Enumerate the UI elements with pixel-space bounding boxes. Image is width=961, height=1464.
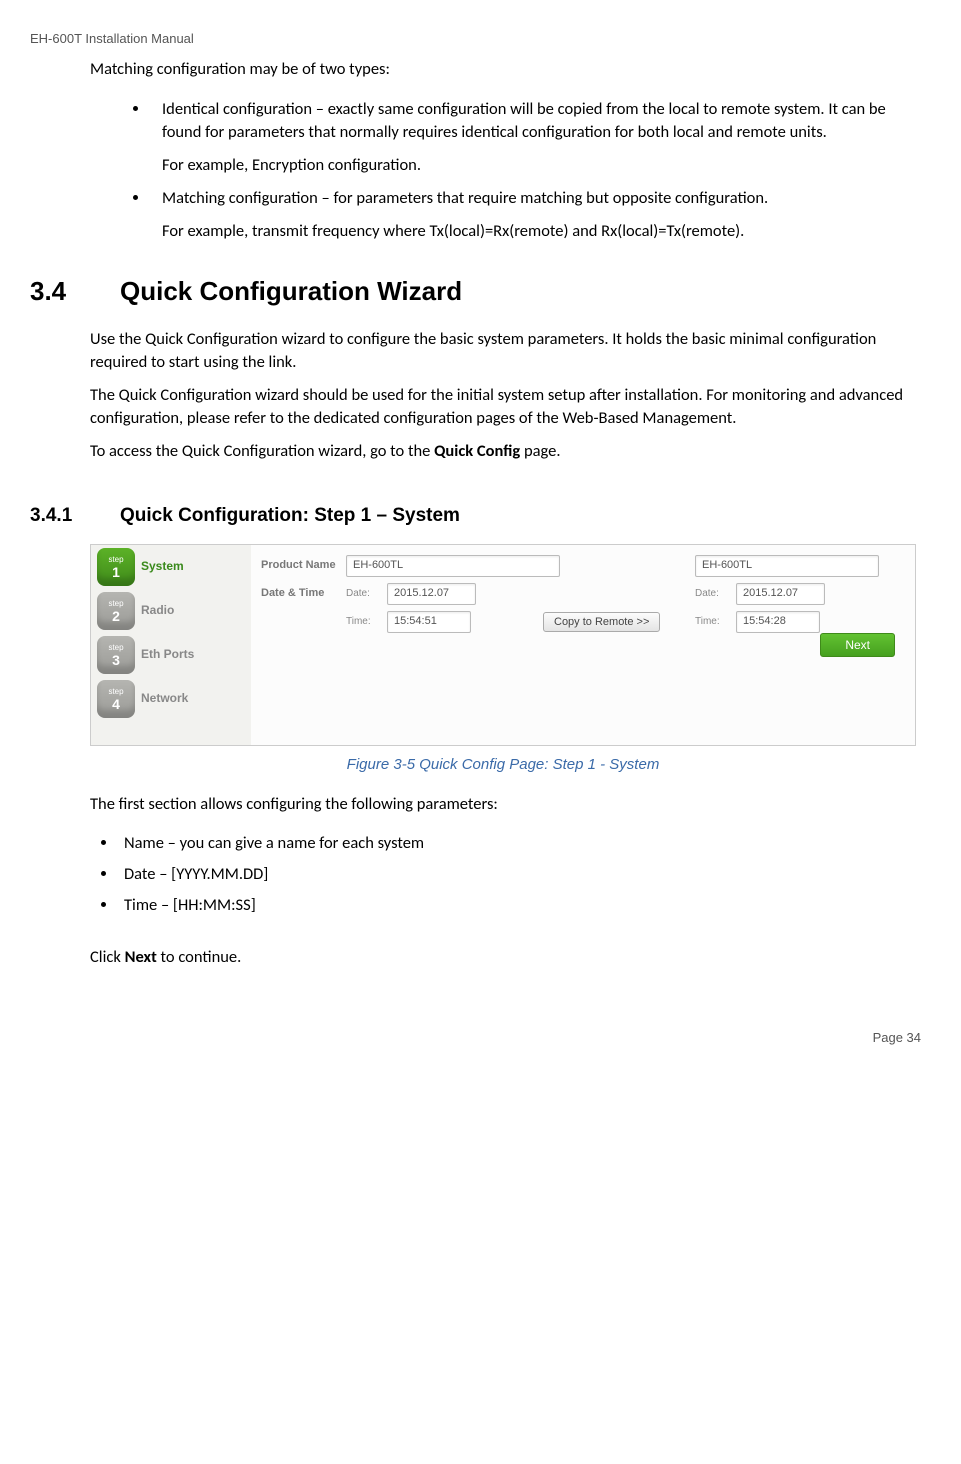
next-button[interactable]: Next [820,633,895,657]
time-input-local[interactable]: 15:54:51 [387,611,471,633]
step-badge-1: step1 [97,548,135,586]
time-input-remote[interactable]: 15:54:28 [736,611,820,633]
wizard-main-panel: Product Name EH-600TL Date & Time Date: … [251,545,915,745]
step-label: Radio [141,602,174,619]
step-3-ethports[interactable]: step3 Eth Ports [91,633,251,677]
step-4-network[interactable]: step4 Network [91,677,251,721]
bullet-main: Matching configuration – for parameters … [162,188,768,208]
parameters-list: Name – you can give a name for each syst… [90,832,916,917]
date-input-local[interactable]: 2015.12.07 [387,583,476,605]
section-title: Quick Configuration Wizard [120,276,462,306]
step-label: Network [141,690,188,707]
config-types-list: Identical configuration – exactly same c… [90,98,916,243]
copy-to-remote-button[interactable]: Copy to Remote >> [543,612,660,632]
bullet-main: Identical configuration – exactly same c… [162,99,886,142]
time-label: Time: [346,615,381,629]
date-label: Date: [346,587,381,601]
section-p2: The Quick Configuration wizard should be… [90,384,916,430]
time-label: Time: [695,615,730,629]
text: page. [520,441,560,461]
product-name-input-remote[interactable]: EH-600TL [695,555,879,577]
click-next-line: Click Next to continue. [90,946,916,969]
section-heading: 3.4 Quick Configuration Wizard [30,273,921,309]
step-2-radio[interactable]: step2 Radio [91,589,251,633]
bullet-sub: For example, transmit frequency where Tx… [162,220,916,243]
product-name-label: Product Name [261,558,346,573]
datetime-label: Date & Time [261,586,346,601]
bullet-sub: For example, Encryption configuration. [162,154,916,177]
step-num: 2 [112,609,120,623]
list-item: Identical configuration – exactly same c… [150,98,916,177]
step-num: 3 [112,653,120,667]
text: Click [90,947,125,967]
after-figure-text: The first section allows configuring the… [90,793,916,816]
date-label: Date: [695,587,730,601]
next-bold: Next [125,947,157,967]
step-1-system[interactable]: step1 System [91,545,251,589]
step-badge-2: step2 [97,592,135,630]
step-badge-4: step4 [97,680,135,718]
text: To access the Quick Configuration wizard… [90,441,434,461]
step-num: 1 [112,565,120,579]
step-num: 4 [112,697,120,711]
product-name-input-local[interactable]: EH-600TL [346,555,560,577]
subsection-number: 3.4.1 [30,503,90,530]
list-item: Date – [YYYY.MM.DD] [118,863,916,886]
step-badge-3: step3 [97,636,135,674]
text: to continue. [157,947,242,967]
date-input-remote[interactable]: 2015.12.07 [736,583,825,605]
section-p1: Use the Quick Configuration wizard to co… [90,328,916,374]
section-number: 3.4 [30,273,90,309]
figure-caption: Figure 3-5 Quick Config Page: Step 1 - S… [90,754,916,775]
header-title: EH-600T Installation Manual [30,30,921,48]
subsection-title: Quick Configuration: Step 1 – System [120,505,460,526]
step-label: Eth Ports [141,646,194,663]
list-item: Name – you can give a name for each syst… [118,832,916,855]
list-item: Matching configuration – for parameters … [150,187,916,243]
step-label: System [141,558,184,575]
list-item: Time – [HH:MM:SS] [118,894,916,917]
quick-config-screenshot: step1 System step2 Radio step3 Eth Ports… [90,544,916,746]
wizard-sidebar: step1 System step2 Radio step3 Eth Ports… [91,545,251,745]
subsection-heading: 3.4.1 Quick Configuration: Step 1 – Syste… [30,503,921,530]
quick-config-bold: Quick Config [434,441,520,461]
page-footer: Page 34 [30,1029,921,1047]
section-p3: To access the Quick Configuration wizard… [90,440,916,463]
intro-line: Matching configuration may be of two typ… [90,58,916,81]
